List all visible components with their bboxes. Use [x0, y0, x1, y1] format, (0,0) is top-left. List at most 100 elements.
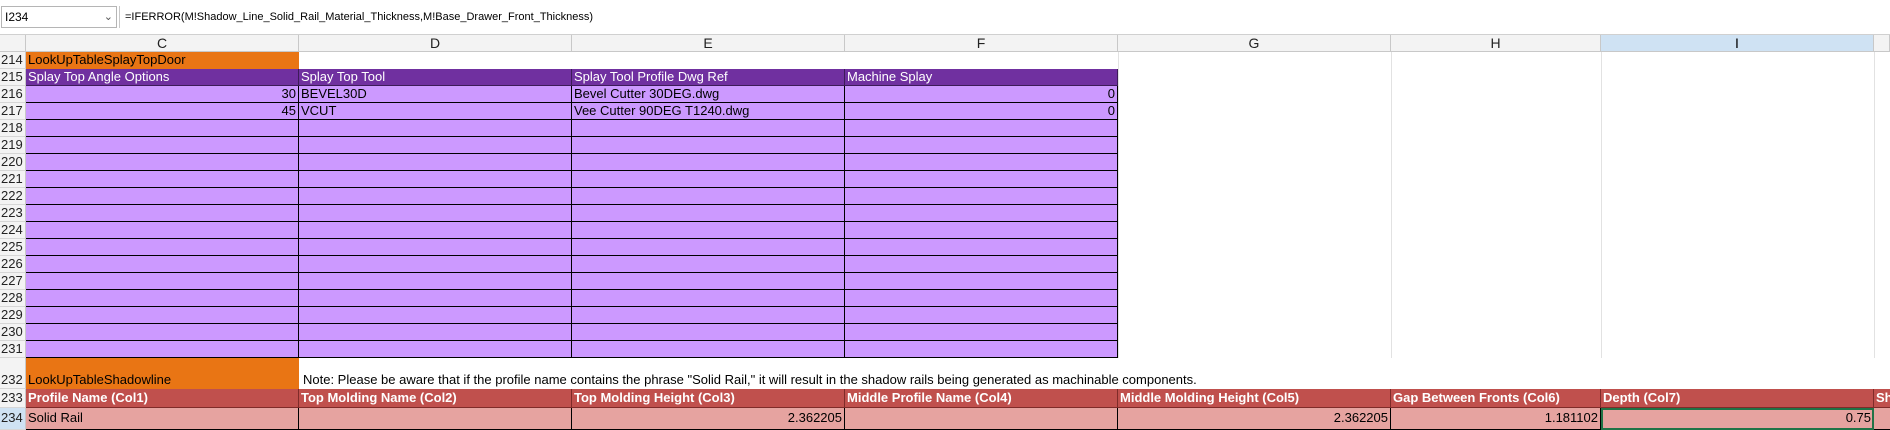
table-cell[interactable]: [845, 256, 1118, 273]
table-cell[interactable]: [845, 154, 1118, 171]
table-cell[interactable]: [299, 273, 572, 290]
row-header[interactable]: 218: [0, 120, 26, 137]
table-cell[interactable]: [26, 307, 299, 324]
table-cell[interactable]: BEVEL30D: [299, 86, 572, 103]
table-cell[interactable]: [26, 137, 299, 154]
table-cell[interactable]: [299, 120, 572, 137]
table-cell[interactable]: [26, 222, 299, 239]
row-header[interactable]: 227: [0, 273, 26, 290]
table-cell[interactable]: [26, 154, 299, 171]
row-header[interactable]: 222: [0, 188, 26, 205]
table-header-cell[interactable]: Middle Profile Name (Col4): [845, 389, 1118, 408]
table-cell[interactable]: [26, 290, 299, 307]
table-header-cell[interactable]: Depth (Col7): [1601, 389, 1874, 408]
table-cell[interactable]: [572, 239, 845, 256]
row-header[interactable]: 234: [0, 408, 26, 430]
table-cell[interactable]: [572, 137, 845, 154]
table-cell[interactable]: [572, 154, 845, 171]
table-cell[interactable]: [572, 341, 845, 358]
table-name-shadowline[interactable]: LookUpTableShadowline: [26, 358, 299, 389]
column-header-f[interactable]: F: [845, 35, 1118, 52]
table-header-cell[interactable]: Top Molding Height (Col3): [572, 389, 845, 408]
row-header[interactable]: 219: [0, 137, 26, 154]
row-header[interactable]: 232: [0, 358, 26, 389]
table-cell[interactable]: [299, 408, 572, 430]
chevron-down-icon[interactable]: ⌄: [104, 10, 113, 23]
table-cell[interactable]: [572, 324, 845, 341]
table-cell[interactable]: Vee Cutter 90DEG T1240.dwg: [572, 103, 845, 120]
row-header[interactable]: 226: [0, 256, 26, 273]
table-header-cell[interactable]: Sh: [1874, 389, 1890, 408]
table-cell[interactable]: [845, 341, 1118, 358]
table-cell[interactable]: [572, 307, 845, 324]
table-cell[interactable]: [845, 205, 1118, 222]
row-header[interactable]: 221: [0, 171, 26, 188]
column-header-c[interactable]: C: [26, 35, 299, 52]
table-cell[interactable]: [1874, 408, 1890, 430]
column-header-g[interactable]: G: [1118, 35, 1391, 52]
table-cell[interactable]: [26, 171, 299, 188]
table-cell[interactable]: [299, 341, 572, 358]
column-header-d[interactable]: D: [299, 35, 572, 52]
selected-cell-i234[interactable]: 0.75: [1601, 408, 1874, 430]
row-header[interactable]: 215: [0, 69, 26, 86]
table-header-cell[interactable]: Splay Tool Profile Dwg Ref: [572, 69, 845, 86]
table-cell[interactable]: Solid Rail: [26, 408, 299, 430]
formula-input[interactable]: =IFERROR(M!Shadow_Line_Solid_Rail_Materi…: [125, 11, 593, 23]
table-cell[interactable]: [845, 290, 1118, 307]
table-header-cell[interactable]: Splay Top Angle Options: [26, 69, 299, 86]
table-cell[interactable]: [26, 205, 299, 222]
row-header[interactable]: 224: [0, 222, 26, 239]
table-cell[interactable]: [845, 307, 1118, 324]
table-cell[interactable]: VCUT: [299, 103, 572, 120]
table-cell[interactable]: [26, 341, 299, 358]
table-cell[interactable]: [845, 120, 1118, 137]
table-cell[interactable]: [572, 256, 845, 273]
table-cell[interactable]: [299, 137, 572, 154]
table-header-cell[interactable]: Gap Between Fronts (Col6): [1391, 389, 1601, 408]
table-cell[interactable]: [299, 290, 572, 307]
table-cell[interactable]: [572, 188, 845, 205]
table-cell[interactable]: [299, 171, 572, 188]
table-cell[interactable]: [26, 239, 299, 256]
row-header[interactable]: 229: [0, 307, 26, 324]
select-all-corner[interactable]: [0, 35, 26, 52]
table-header-cell[interactable]: Splay Top Tool: [299, 69, 572, 86]
table-cell[interactable]: [299, 205, 572, 222]
table-cell[interactable]: 30: [26, 86, 299, 103]
table-cell[interactable]: [572, 290, 845, 307]
row-header[interactable]: 216: [0, 86, 26, 103]
table-header-cell[interactable]: Middle Molding Height (Col5): [1118, 389, 1391, 408]
table-cell[interactable]: [845, 324, 1118, 341]
table-cell[interactable]: [299, 222, 572, 239]
column-header-h[interactable]: H: [1391, 35, 1601, 52]
row-header[interactable]: 217: [0, 103, 26, 120]
table-cell[interactable]: [299, 324, 572, 341]
table-cell[interactable]: [845, 188, 1118, 205]
row-header[interactable]: 228: [0, 290, 26, 307]
table-cell[interactable]: [572, 171, 845, 188]
column-header-j[interactable]: [1874, 35, 1890, 52]
table-cell[interactable]: [845, 408, 1118, 430]
table-cell[interactable]: [845, 222, 1118, 239]
table-cell[interactable]: [299, 307, 572, 324]
table-cell[interactable]: [26, 188, 299, 205]
table-header-cell[interactable]: Top Molding Name (Col2): [299, 389, 572, 408]
row-header[interactable]: 220: [0, 154, 26, 171]
row-header[interactable]: 214: [0, 52, 26, 69]
table-cell[interactable]: 1.181102: [1391, 408, 1601, 430]
table-cell[interactable]: [299, 154, 572, 171]
table-cell[interactable]: [572, 205, 845, 222]
table-cell[interactable]: 0: [845, 103, 1118, 120]
table-cell[interactable]: [26, 120, 299, 137]
table-cell[interactable]: [572, 222, 845, 239]
table-note[interactable]: Note: Please be aware that if the profil…: [301, 372, 1701, 389]
table-cell[interactable]: Bevel Cutter 30DEG.dwg: [572, 86, 845, 103]
table-header-cell[interactable]: Machine Splay: [845, 69, 1118, 86]
name-box[interactable]: I234 ⌄: [1, 6, 117, 28]
table-name-splay-top-door[interactable]: LookUpTableSplayTopDoor: [26, 52, 299, 69]
table-cell[interactable]: [299, 239, 572, 256]
table-header-cell[interactable]: Profile Name (Col1): [26, 389, 299, 408]
table-cell[interactable]: [26, 256, 299, 273]
table-cell[interactable]: 45: [26, 103, 299, 120]
